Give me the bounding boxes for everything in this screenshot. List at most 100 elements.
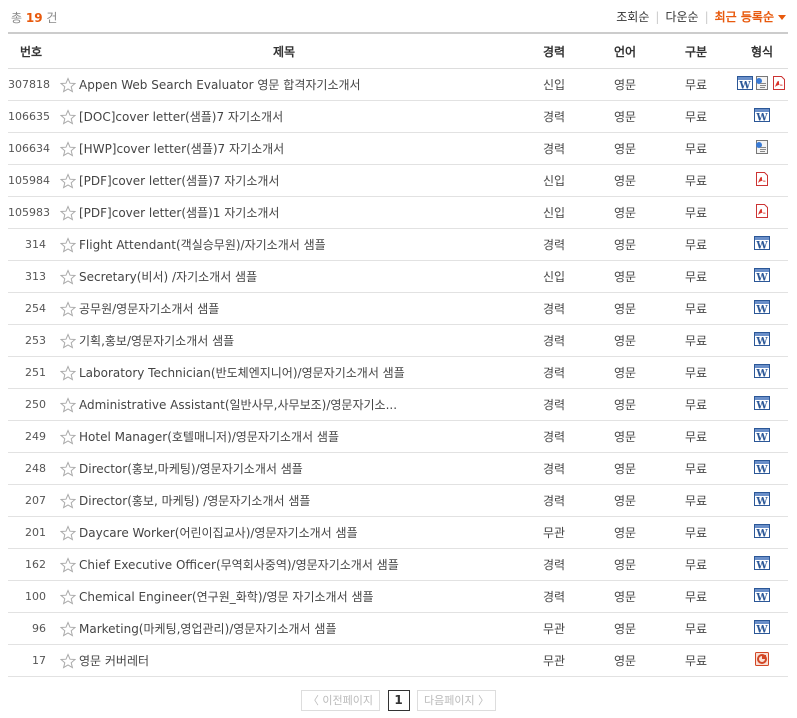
total-count-number: 19 <box>25 11 43 25</box>
row-number: 207 <box>8 484 54 517</box>
doc-file-icon[interactable]: W <box>754 459 770 475</box>
row-type: 무료 <box>656 292 736 325</box>
star-icon[interactable] <box>59 300 77 317</box>
star-icon[interactable] <box>59 108 77 125</box>
col-header-no: 번호 <box>8 32 54 69</box>
row-title-link[interactable]: Appen Web Search Evaluator 영문 합격자기소개서 <box>79 78 361 92</box>
table-row: 96 Marketing(마케팅,영업관리)/영문자기소개서 샘플 무관 영문 무료 W <box>8 612 788 645</box>
doc-file-icon[interactable]: W <box>754 491 770 507</box>
row-language: 영문 <box>594 452 656 485</box>
col-header-title: 제목 <box>54 32 514 69</box>
row-title-link[interactable]: [DOC]cover letter(샘플)7 자기소개서 <box>79 110 283 124</box>
star-icon[interactable] <box>59 652 77 669</box>
doc-file-icon[interactable]: W <box>754 395 770 411</box>
row-format: W <box>736 580 788 613</box>
doc-file-icon[interactable]: W <box>754 555 770 571</box>
row-format: W <box>736 228 788 261</box>
star-icon[interactable] <box>59 236 77 253</box>
star-icon[interactable] <box>59 140 77 157</box>
row-format: W <box>736 68 788 101</box>
row-title-link[interactable]: Chemical Engineer(연구원_화학)/영문 자기소개서 샘플 <box>79 590 374 604</box>
row-title-link[interactable]: Secretary(비서) /자기소개서 샘플 <box>79 270 257 284</box>
row-type: 무료 <box>656 68 736 101</box>
row-type: 무료 <box>656 644 736 677</box>
table-row: 162 Chief Executive Officer(무역회사중역)/영문자기소… <box>8 548 788 581</box>
doc-file-icon[interactable]: W <box>754 427 770 443</box>
row-type: 무료 <box>656 388 736 421</box>
table-row: 201 Daycare Worker(어린이집교사)/영문자기소개서 샘플 무관 영문… <box>8 516 788 549</box>
row-format: W <box>736 420 788 453</box>
row-title-link[interactable]: Daycare Worker(어린이집교사)/영문자기소개서 샘플 <box>79 526 358 540</box>
doc-file-icon[interactable]: W <box>754 235 770 251</box>
star-icon[interactable] <box>59 620 77 637</box>
row-title-link[interactable]: Laboratory Technician(반도체엔지니어)/영문자기소개서 샘… <box>79 366 405 380</box>
table-row: 100 Chemical Engineer(연구원_화학)/영문 자기소개서 샘플… <box>8 580 788 613</box>
row-title-link[interactable]: [PDF]cover letter(샘플)7 자기소개서 <box>79 174 279 188</box>
star-icon[interactable] <box>59 204 77 221</box>
row-title-link[interactable]: Hotel Manager(호텔매니저)/영문자기소개서 샘플 <box>79 430 339 444</box>
svg-text:W: W <box>755 241 768 252</box>
row-type: 무료 <box>656 548 736 581</box>
row-title-link[interactable]: 공무원/영문자기소개서 샘플 <box>79 302 219 316</box>
hwp-file-icon[interactable] <box>754 75 770 91</box>
svg-text:W: W <box>755 593 768 604</box>
star-icon[interactable] <box>59 524 77 541</box>
next-page-button[interactable]: 다음페이지 〉 <box>417 690 497 711</box>
row-type: 무료 <box>656 100 736 133</box>
pdf-file-icon[interactable] <box>754 171 770 187</box>
row-title-link[interactable]: 영문 커버레터 <box>79 654 149 668</box>
star-icon[interactable] <box>59 332 77 349</box>
star-icon[interactable] <box>59 428 77 445</box>
star-icon[interactable] <box>59 268 77 285</box>
star-icon[interactable] <box>59 172 77 189</box>
current-page[interactable]: 1 <box>387 690 410 711</box>
sort-by-recent[interactable]: 최근 등록순 <box>715 8 786 25</box>
star-icon[interactable] <box>59 556 77 573</box>
doc-file-icon[interactable]: W <box>754 587 770 603</box>
star-icon[interactable] <box>59 460 77 477</box>
table-row: 106635 [DOC]cover letter(샘플)7 자기소개서 경력 영문 무료… <box>8 100 788 133</box>
row-title-link[interactable]: Flight Attendant(객실승무원)/자기소개서 샘플 <box>79 238 326 252</box>
row-title-link[interactable]: Director(홍보, 마케팅) /영문자기소개서 샘플 <box>79 494 310 508</box>
row-career: 무관 <box>514 644 594 677</box>
doc-file-icon[interactable]: W <box>754 331 770 347</box>
table-row: 207 Director(홍보, 마케팅) /영문자기소개서 샘플 경력 영문 무료 W <box>8 484 788 517</box>
row-type: 무료 <box>656 356 736 389</box>
row-type: 무료 <box>656 612 736 645</box>
row-career: 신입 <box>514 260 594 293</box>
pdf-file-icon[interactable] <box>754 203 770 219</box>
star-icon[interactable] <box>59 492 77 509</box>
doc-file-icon[interactable]: W <box>754 619 770 635</box>
row-title-link[interactable]: [PDF]cover letter(샘플)1 자기소개서 <box>79 206 279 220</box>
hwp-file-icon[interactable] <box>754 139 770 155</box>
star-icon[interactable] <box>59 588 77 605</box>
prev-page-button[interactable]: 〈 이전페이지 <box>300 690 380 711</box>
row-title-link[interactable]: 기획,홍보/영문자기소개서 샘플 <box>79 334 234 348</box>
table-row: 248 Director(홍보,마케팅)/영문자기소개서 샘플 경력 영문 무료 W <box>8 452 788 485</box>
table-row: 250 Administrative Assistant(일반사무,사무보조)/영… <box>8 388 788 421</box>
row-title-link[interactable]: Marketing(마케팅,영업관리)/영문자기소개서 샘플 <box>79 622 336 636</box>
star-icon[interactable] <box>59 364 77 381</box>
sort-by-views[interactable]: 조회순 <box>616 8 649 25</box>
row-format <box>736 196 788 229</box>
doc-file-icon[interactable]: W <box>754 107 770 123</box>
row-title-link[interactable]: Chief Executive Officer(무역회사중역)/영문자기소개서 … <box>79 558 399 572</box>
table-row: 105984 [PDF]cover letter(샘플)7 자기소개서 신입 영문 무료 <box>8 164 788 197</box>
doc-file-icon[interactable]: W <box>754 523 770 539</box>
doc-file-icon[interactable]: W <box>754 267 770 283</box>
row-language: 영문 <box>594 420 656 453</box>
row-title-link[interactable]: [HWP]cover letter(샘플)7 자기소개서 <box>79 142 284 156</box>
doc-file-icon[interactable]: W <box>754 363 770 379</box>
pdf-file-icon[interactable] <box>771 75 787 91</box>
doc-file-icon[interactable]: W <box>737 75 753 91</box>
ppt-file-icon[interactable] <box>754 651 770 667</box>
star-icon[interactable] <box>59 396 77 413</box>
sort-divider: | <box>704 9 709 24</box>
table-row: 105983 [PDF]cover letter(샘플)1 자기소개서 신입 영문 무료 <box>8 196 788 229</box>
sort-by-downloads[interactable]: 다운순 <box>665 8 698 25</box>
row-title-link[interactable]: Administrative Assistant(일반사무,사무보조)/영문자기… <box>79 398 397 412</box>
doc-file-icon[interactable]: W <box>754 299 770 315</box>
row-title-link[interactable]: Director(홍보,마케팅)/영문자기소개서 샘플 <box>79 462 303 476</box>
star-icon[interactable] <box>59 76 77 93</box>
row-language: 영문 <box>594 644 656 677</box>
